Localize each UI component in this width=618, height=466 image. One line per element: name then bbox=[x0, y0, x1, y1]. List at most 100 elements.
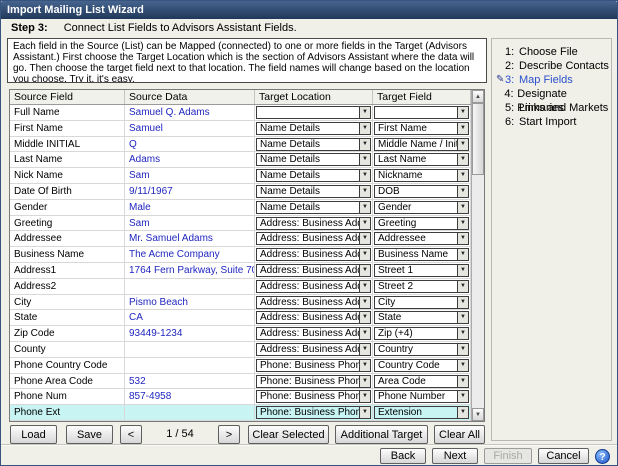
target-location-dropdown[interactable]: Phone: Business Phone ▼ bbox=[256, 406, 371, 420]
chevron-down-icon: ▼ bbox=[359, 359, 370, 371]
target-location-dropdown[interactable]: Name Details ▼ bbox=[256, 137, 371, 151]
target-location-cell: Address: Business Address▼ bbox=[255, 341, 373, 357]
table-row[interactable]: Phone Num 857-4958 Phone: Business Phone ▼ P… bbox=[10, 389, 471, 406]
target-field-dropdown[interactable]: Phone Number ▼ bbox=[374, 390, 469, 404]
target-location-cell: Address: Business Address▼ bbox=[255, 262, 373, 278]
table-row[interactable]: Gender Male Name Details ▼ Gender ▼ bbox=[10, 199, 471, 216]
target-location-dropdown[interactable]: Address: Business Address▼ bbox=[256, 295, 371, 309]
grid-vertical-scrollbar[interactable]: ▲ ▼ bbox=[471, 90, 484, 421]
step-number: 2: bbox=[505, 60, 515, 72]
step-icon-placeholder bbox=[496, 45, 505, 59]
target-field-dropdown[interactable]: Business Name ▼ bbox=[374, 248, 469, 262]
target-location-dropdown[interactable]: Address: Business Address▼ bbox=[256, 327, 371, 341]
target-location-dropdown[interactable]: Phone: Business Phone ▼ bbox=[256, 390, 371, 404]
table-row[interactable]: Date Of Birth 9/11/1967 Name Details ▼ DOB ▼ bbox=[10, 183, 471, 200]
table-row[interactable]: GreetingSamAddress: Business Address▼Gre… bbox=[10, 215, 471, 232]
target-field-dropdown[interactable]: Greeting ▼ bbox=[374, 216, 469, 230]
source-data-cell: 9/11/1967 bbox=[125, 183, 255, 199]
target-field-dropdown[interactable]: ▼ bbox=[374, 106, 469, 119]
next-button[interactable]: Next bbox=[432, 448, 478, 464]
table-row[interactable]: Full Name Samuel Q. Adams ▼ ▼ bbox=[10, 105, 471, 121]
target-field-cell: ▼ bbox=[373, 105, 471, 120]
table-row[interactable]: Middle INITIAL Q Name Details ▼ Middle Name … bbox=[10, 136, 471, 153]
load-button[interactable]: Load bbox=[10, 425, 57, 444]
table-row[interactable]: Zip Code93449-1234Address: Business Addr… bbox=[10, 326, 471, 342]
target-field-cell: Last Name ▼ bbox=[373, 152, 471, 168]
column-header: Source Field bbox=[10, 90, 125, 104]
target-location-dropdown[interactable]: Address: Business Address▼ bbox=[256, 248, 371, 262]
next-record-button[interactable]: > bbox=[218, 425, 240, 444]
table-row[interactable]: Address1 1764 Fern Parkway, Suite 7000 Add… bbox=[10, 262, 471, 279]
table-row[interactable]: County Address: Business Address▼Country▼ bbox=[10, 341, 471, 358]
target-field-dropdown[interactable]: Gender ▼ bbox=[374, 200, 469, 214]
target-location-cell: Address: Business Address▼ bbox=[255, 215, 373, 231]
table-row[interactable]: First Name Samuel Name Details ▼ First Name ▼ bbox=[10, 120, 471, 137]
source-field-cell: Phone Ext bbox=[10, 405, 125, 420]
target-location-dropdown[interactable]: Address: Business Address▼ bbox=[256, 279, 371, 293]
back-button[interactable]: Back bbox=[380, 448, 426, 464]
clear-selected-button[interactable]: Clear Selected bbox=[248, 425, 329, 444]
target-location-cell: Name Details ▼ bbox=[255, 120, 373, 136]
target-location-dropdown[interactable]: Address: Business Address▼ bbox=[256, 311, 371, 325]
table-row[interactable]: StateCAAddress: Business Address▼State▼ bbox=[10, 310, 471, 327]
target-field-dropdown[interactable]: Zip (+4) ▼ bbox=[374, 327, 469, 341]
target-location-dropdown[interactable]: Address: Business Address▼ bbox=[256, 342, 371, 356]
table-row[interactable]: Addressee Mr. Samuel Adams Address: Busine… bbox=[10, 231, 471, 248]
additional-target-button[interactable]: Additional Target bbox=[335, 425, 428, 444]
scrollbar-thumb[interactable] bbox=[472, 103, 484, 175]
target-field-dropdown[interactable]: State ▼ bbox=[374, 311, 469, 325]
target-field-dropdown[interactable]: Area Code ▼ bbox=[374, 374, 469, 388]
target-field-dropdown[interactable]: Middle Name / Initial▼ bbox=[374, 137, 469, 151]
step-label: Map Fields bbox=[519, 74, 573, 86]
table-row[interactable]: Business Name The Acme Company Address: Bu… bbox=[10, 247, 471, 263]
target-location-dropdown[interactable]: Name Details ▼ bbox=[256, 153, 371, 167]
source-data-cell: Adams bbox=[125, 152, 255, 168]
target-location-dropdown[interactable]: Name Details ▼ bbox=[256, 121, 371, 135]
target-field-dropdown[interactable]: Country Code ▼ bbox=[374, 358, 469, 372]
table-row[interactable]: Last Name Adams Name Details ▼ Last Name ▼ bbox=[10, 152, 471, 169]
source-data-cell: Sam bbox=[125, 168, 255, 183]
previous-record-button[interactable]: < bbox=[120, 425, 142, 444]
target-location-dropdown[interactable]: Phone: Business Phone ▼ bbox=[256, 374, 371, 388]
chevron-down-icon: ▼ bbox=[359, 296, 370, 308]
target-location-cell: ▼ bbox=[255, 105, 373, 120]
target-field-dropdown[interactable]: Last Name ▼ bbox=[374, 153, 469, 167]
chevron-down-icon: ▼ bbox=[457, 185, 468, 197]
target-location-cell: Phone: Business Phone ▼ bbox=[255, 357, 373, 373]
target-field-dropdown[interactable]: Street 2 ▼ bbox=[374, 279, 469, 293]
clear-all-button[interactable]: Clear All bbox=[434, 425, 485, 444]
source-data-cell: 1764 Fern Parkway, Suite 7000 bbox=[125, 262, 255, 278]
target-field-dropdown[interactable]: Country ▼ bbox=[374, 342, 469, 356]
target-location-dropdown[interactable]: Address: Business Address▼ bbox=[256, 232, 371, 246]
table-row[interactable]: Nick Name Sam Name Details ▼ Nickname ▼ bbox=[10, 168, 471, 184]
table-row[interactable]: Phone Area Code 532 Phone: Business Phone ▼… bbox=[10, 373, 471, 390]
source-field-cell: State bbox=[10, 310, 125, 326]
target-field-dropdown[interactable]: City ▼ bbox=[374, 295, 469, 309]
table-row[interactable]: Address2 Address: Business Address▼Street… bbox=[10, 278, 471, 295]
target-location-dropdown[interactable]: Name Details ▼ bbox=[256, 200, 371, 214]
target-location-dropdown[interactable]: Address: Business Address▼ bbox=[256, 263, 371, 277]
target-field-dropdown[interactable]: Extension ▼ bbox=[374, 406, 469, 420]
chevron-down-icon: ▼ bbox=[457, 249, 468, 261]
scroll-down-arrow-icon[interactable]: ▼ bbox=[472, 408, 484, 421]
target-field-dropdown[interactable]: Addressee ▼ bbox=[374, 232, 469, 246]
chevron-down-icon: ▼ bbox=[457, 280, 468, 292]
grid-toolbar: Load Save < 1 / 54 > Clear Selected Addi… bbox=[9, 425, 485, 445]
target-field-dropdown[interactable]: Nickname ▼ bbox=[374, 169, 469, 183]
target-location-dropdown[interactable]: Phone: Business Phone ▼ bbox=[256, 358, 371, 372]
table-row[interactable]: CityPismo BeachAddress: Business Address… bbox=[10, 294, 471, 311]
cancel-button[interactable]: Cancel bbox=[538, 448, 589, 464]
save-button[interactable]: Save bbox=[66, 425, 113, 444]
target-location-dropdown[interactable]: Name Details ▼ bbox=[256, 184, 371, 198]
target-location-dropdown[interactable]: Name Details ▼ bbox=[256, 169, 371, 183]
target-field-dropdown[interactable]: First Name ▼ bbox=[374, 121, 469, 135]
table-row[interactable]: Phone Ext Phone: Business Phone ▼ Extension… bbox=[10, 405, 471, 421]
scroll-up-arrow-icon[interactable]: ▲ bbox=[472, 90, 484, 103]
table-row[interactable]: Phone Country Code Phone: Business Phone ▼… bbox=[10, 357, 471, 374]
target-field-dropdown[interactable]: DOB ▼ bbox=[374, 184, 469, 198]
help-icon[interactable]: ? bbox=[595, 449, 610, 464]
target-field-dropdown[interactable]: Street 1 ▼ bbox=[374, 263, 469, 277]
target-location-dropdown[interactable]: ▼ bbox=[256, 106, 371, 119]
target-location-dropdown[interactable]: Address: Business Address▼ bbox=[256, 216, 371, 230]
wizard-step-links-and-markets: 5: Links and Markets bbox=[496, 101, 609, 115]
